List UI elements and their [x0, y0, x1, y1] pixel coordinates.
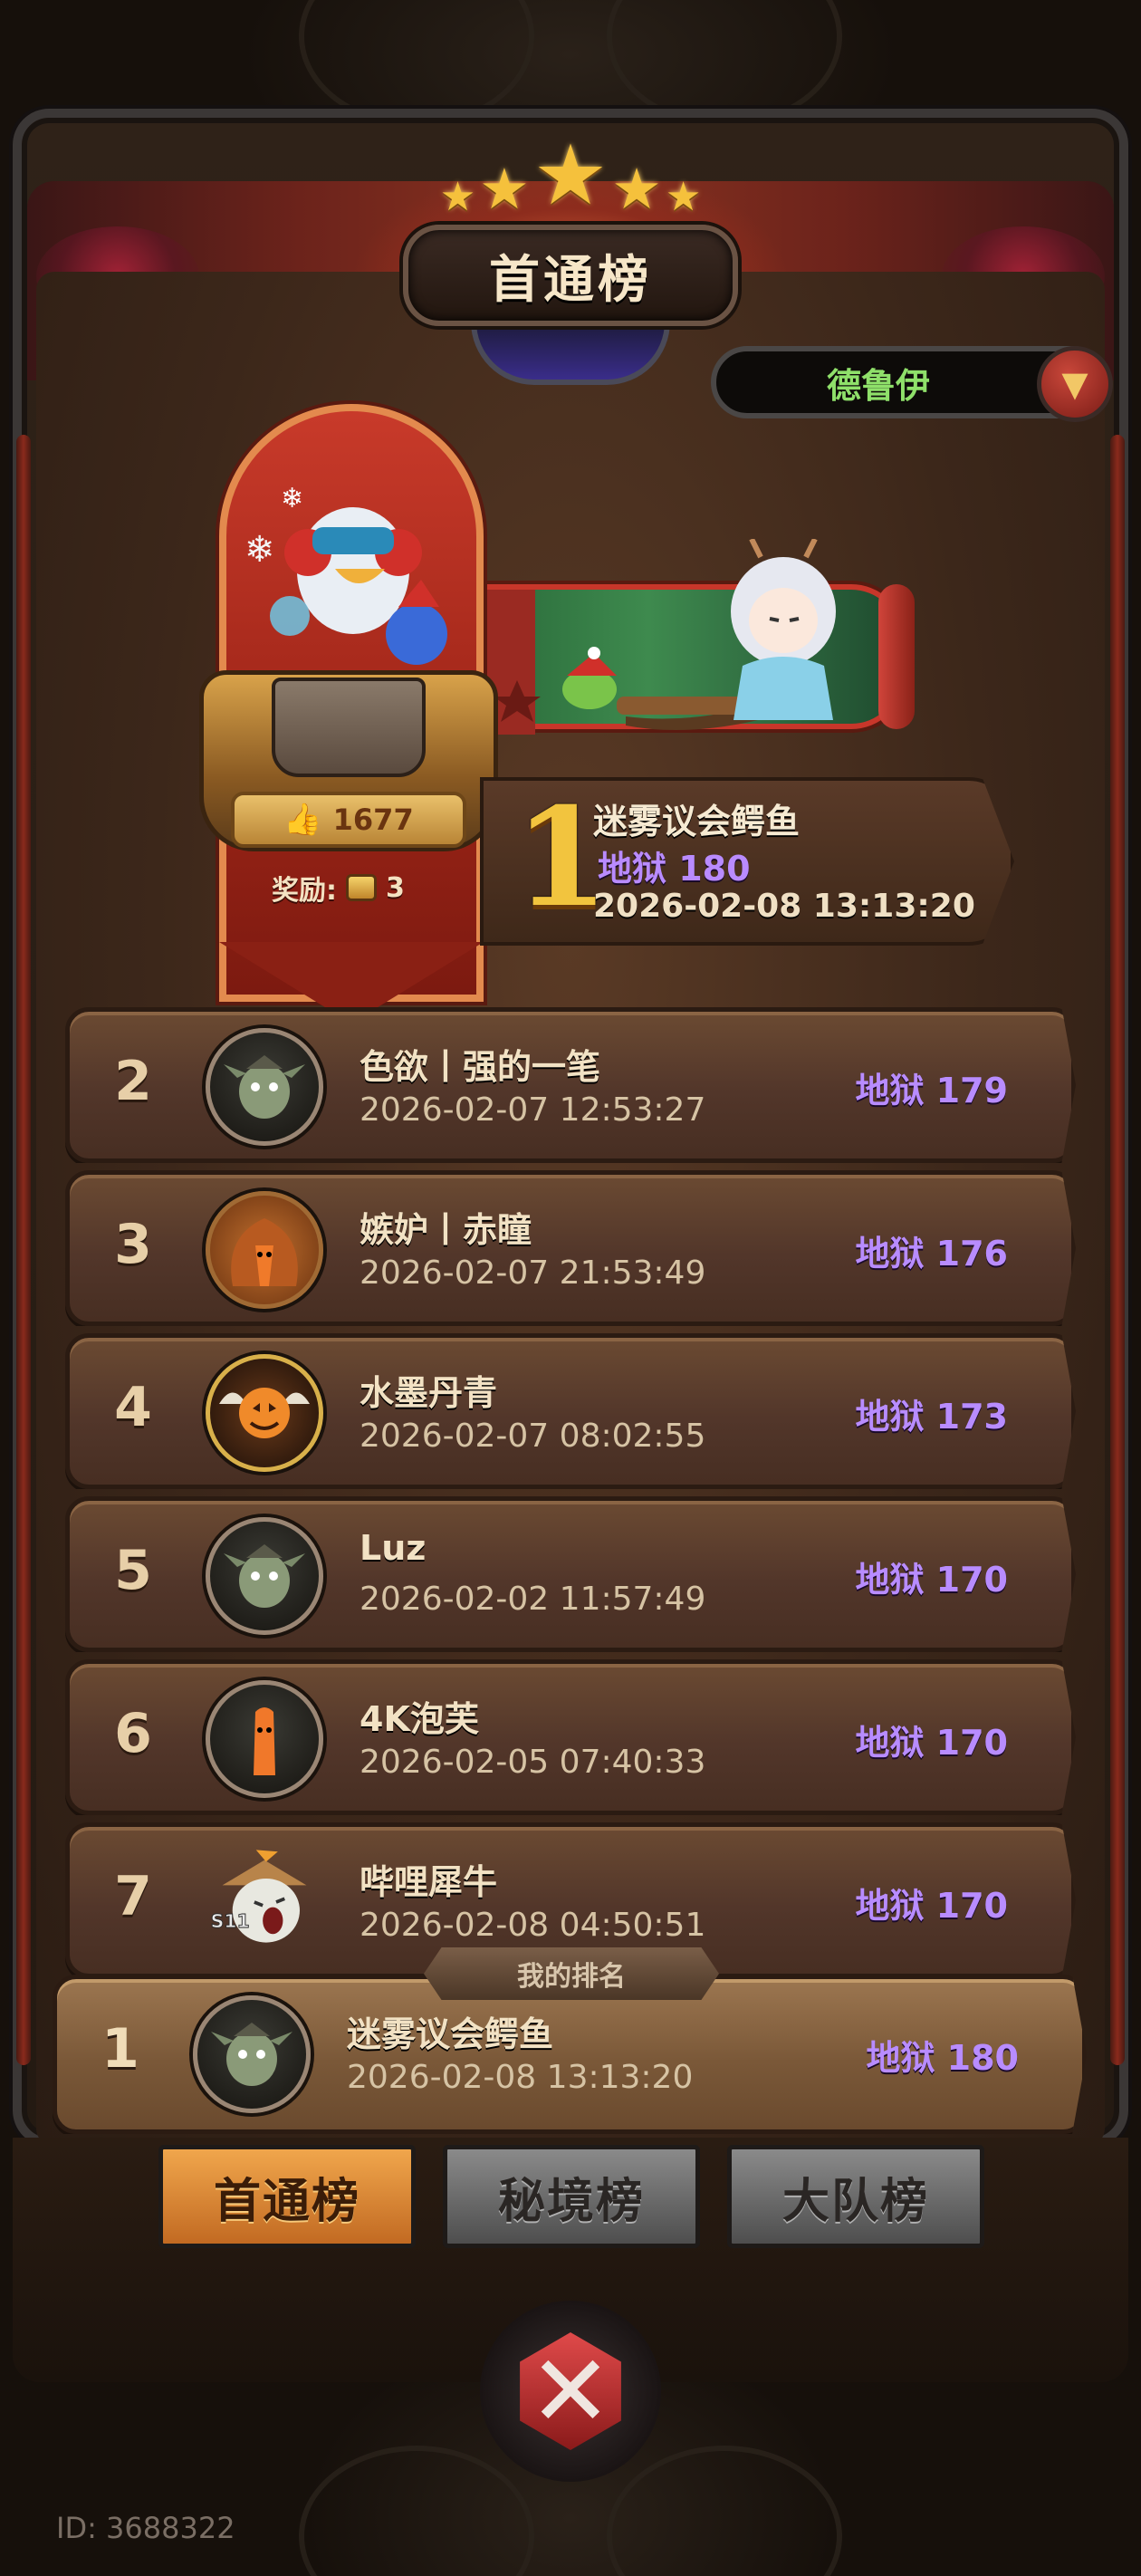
goblin-avatar[interactable]	[206, 1517, 323, 1635]
rank-number: 4	[114, 1376, 152, 1439]
clear-date: 2026-02-07 08:02:55	[360, 1418, 706, 1455]
my-rank-tag: 我的排名	[424, 1947, 719, 2000]
difficulty-score: 地狱 176	[855, 1234, 1008, 1274]
thumbs-up-icon: 👍	[283, 802, 322, 838]
difficulty-score: 地狱 170	[855, 1560, 1008, 1600]
tab-team[interactable]: 大队榜	[727, 2145, 984, 2248]
star-icon: ★	[611, 156, 662, 222]
carrot-avatar[interactable]	[206, 1680, 323, 1798]
rank-number: 7	[114, 1865, 152, 1928]
close-button[interactable]: ✕	[480, 2301, 661, 2482]
chest-icon	[346, 874, 377, 901]
reward-count: 3	[386, 871, 405, 904]
rank-number: 1	[101, 2017, 139, 2081]
carrot-sack-icon	[231, 1218, 298, 1286]
like-count: 1677	[332, 803, 414, 837]
rank-number: 5	[114, 1539, 152, 1602]
pumpkin-wings-avatar[interactable]	[206, 1354, 323, 1472]
carrot-icon	[254, 1707, 275, 1775]
tab-first-clear[interactable]: 首通榜	[158, 2145, 416, 2248]
player-name: 色欲丨强的一笔	[360, 1047, 601, 1087]
ice-maiden-character	[731, 539, 836, 720]
rank-row[interactable]: 6 4K泡芙 2026-02-05 07:40:33 地狱 170	[65, 1659, 1076, 1815]
clear-date: 2026-02-07 12:53:27	[360, 1091, 706, 1129]
svg-text:❄: ❄	[244, 529, 275, 571]
side-rail-left	[16, 435, 31, 2065]
difficulty-score: 地狱 179	[855, 1071, 1008, 1110]
player-name: Luz	[360, 1528, 427, 1568]
rank-number: 2	[114, 1050, 152, 1113]
goblin-icon	[224, 1544, 305, 1608]
ghost-hat-icon: S11	[210, 1850, 307, 1943]
side-rail-right	[1110, 435, 1125, 2065]
star-icon: ★	[439, 174, 476, 220]
difficulty-score: 地狱 170	[855, 1886, 1008, 1926]
class-filter-dropdown[interactable]: 德鲁伊 ▼	[711, 346, 1113, 422]
first-place-date: 2026-02-08 13:13:20	[593, 888, 975, 925]
rank-row[interactable]: 4 水墨丹青 2026-02-07 08:02:55 地狱 173	[65, 1333, 1076, 1489]
clear-date: 2026-02-08 04:50:51	[360, 1907, 706, 1944]
goblin-avatar[interactable]	[193, 1995, 311, 2113]
player-name: 哔哩犀牛	[360, 1862, 498, 1902]
player-name: 4K泡芙	[360, 1699, 479, 1739]
rank-number: 3	[114, 1213, 152, 1276]
star-rating: ★ ★ ★ ★ ★	[417, 127, 724, 224]
difficulty-score: 地狱 170	[855, 1723, 1008, 1763]
clear-date: 2026-02-02 11:57:49	[360, 1581, 706, 1618]
champion-avatar[interactable]: ❄ ❄	[226, 471, 462, 679]
difficulty-score: 地狱 180	[866, 2038, 1019, 2078]
svg-text:❄: ❄	[281, 483, 303, 514]
close-icon: ✕	[520, 2332, 621, 2450]
ghost-hat-avatar[interactable]: S11	[206, 1843, 323, 1961]
goblin-icon	[211, 2023, 292, 2086]
player-name: 水墨丹青	[360, 1373, 498, 1413]
leaderboard-tabs: 首通榜 秘境榜 大队榜	[158, 2145, 984, 2248]
first-place-score: 地狱 180	[598, 849, 751, 889]
rank-number: 6	[114, 1702, 152, 1765]
player-name: 嫉妒丨赤瞳	[360, 1210, 532, 1250]
reward-row: 奖励: 3	[272, 865, 405, 910]
clear-date: 2026-02-08 13:13:20	[347, 2059, 694, 2096]
banner-scroll-end	[878, 584, 915, 729]
first-place-name: 迷雾议会鳄鱼	[593, 802, 801, 841]
carrot-sack-avatar[interactable]	[206, 1191, 323, 1309]
title-plate: 首通榜	[403, 225, 738, 326]
goblin-avatar[interactable]	[206, 1028, 323, 1146]
goblin-icon	[224, 1055, 305, 1119]
player-name: 迷雾议会鳄鱼	[347, 2014, 554, 2054]
like-button[interactable]: 👍 1677	[231, 792, 466, 848]
star-icon: ★	[532, 127, 609, 224]
pedestal-pillar	[272, 678, 426, 777]
page-title: 首通榜	[489, 250, 652, 310]
rank-row[interactable]: 5 Luz 2026-02-02 11:57:49 地狱 170	[65, 1496, 1076, 1652]
rank-row[interactable]: 2 色欲丨强的一笔 2026-02-07 12:53:27 地狱 179	[65, 1007, 1076, 1163]
reward-label: 奖励:	[272, 875, 337, 907]
clear-date: 2026-02-05 07:40:33	[360, 1744, 706, 1781]
player-id: ID: 3688322	[56, 2511, 235, 2545]
season-badge: S11	[211, 1910, 250, 1932]
pumpkin-wings-icon	[219, 1388, 310, 1438]
tab-secret-realm[interactable]: 秘境榜	[443, 2145, 700, 2248]
star-icon: ★	[665, 174, 702, 220]
clear-date: 2026-02-07 21:53:49	[360, 1254, 706, 1292]
rank-row[interactable]: 3 嫉妒丨赤瞳 2026-02-07 21:53:49 地狱 176	[65, 1170, 1076, 1326]
star-icon: ★	[479, 156, 530, 222]
difficulty-score: 地狱 173	[855, 1397, 1008, 1437]
dropdown-arrow-icon[interactable]: ▼	[1037, 346, 1113, 422]
